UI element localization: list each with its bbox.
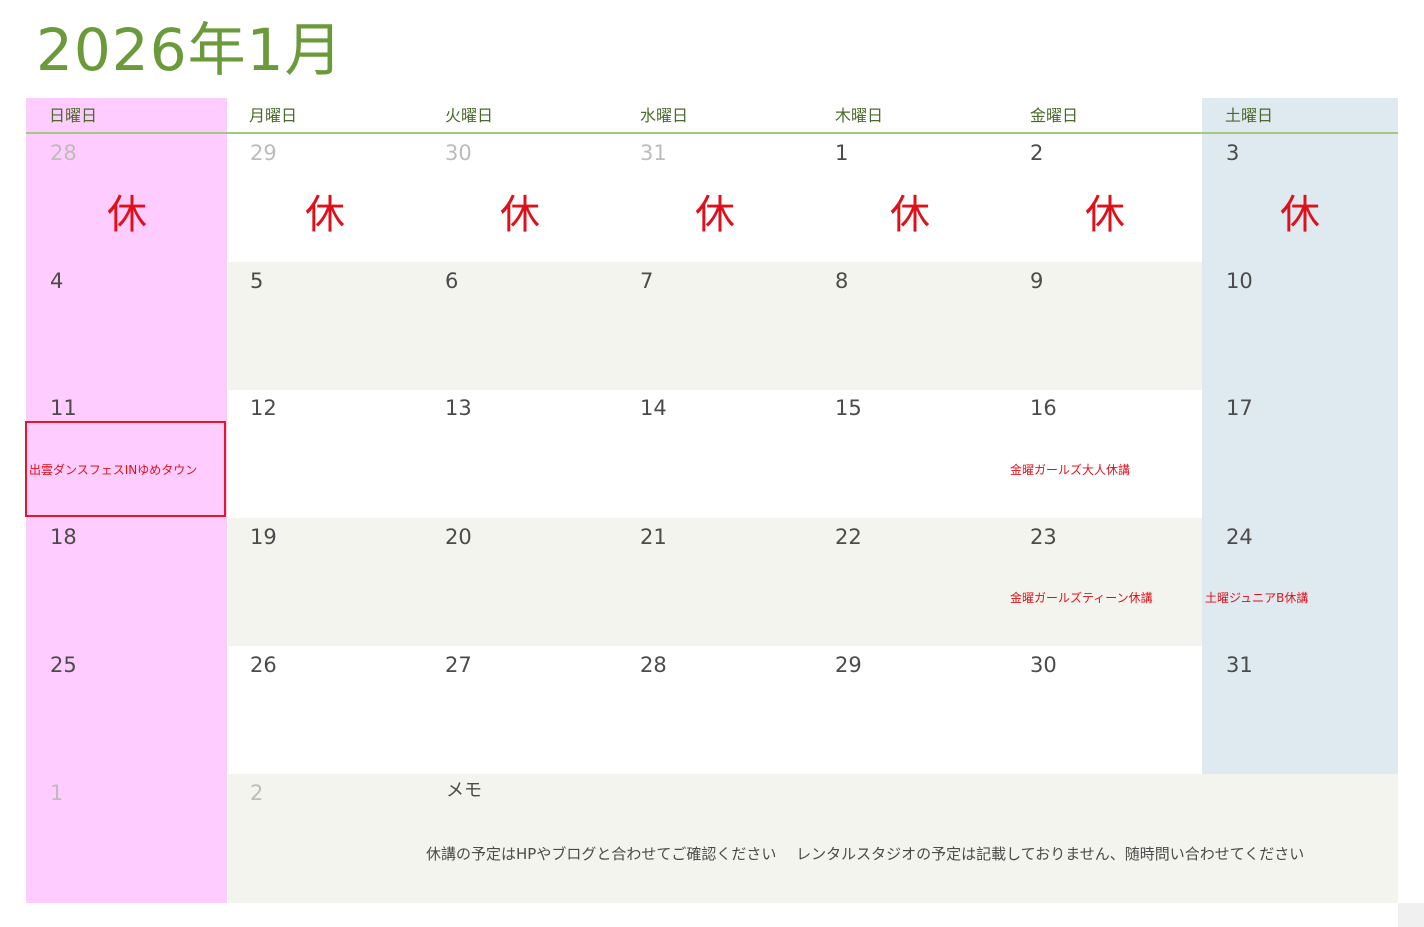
day-number[interactable]: 31 bbox=[640, 140, 667, 166]
day-number[interactable]: 25 bbox=[50, 652, 77, 678]
closed-mark: 休 bbox=[890, 192, 930, 238]
page-title: 2026年1月 bbox=[36, 16, 344, 84]
dayname-thursday: 木曜日 bbox=[835, 106, 884, 125]
day-number[interactable]: 8 bbox=[835, 268, 848, 294]
dayname-sunday: 日曜日 bbox=[49, 106, 98, 125]
calendar-page: 2026年1月 日曜日 月曜日 火曜日 水曜日 木曜日 金曜日 土曜日 28 2… bbox=[0, 0, 1424, 927]
day-number[interactable]: 2 bbox=[1030, 140, 1043, 166]
day-number[interactable]: 30 bbox=[445, 140, 472, 166]
day-number[interactable]: 5 bbox=[250, 268, 263, 294]
closed-mark: 休 bbox=[305, 192, 345, 238]
dayname-wednesday: 水曜日 bbox=[640, 106, 689, 125]
day-number[interactable]: 19 bbox=[250, 524, 277, 550]
closed-mark: 休 bbox=[500, 192, 540, 238]
day-number[interactable]: 22 bbox=[835, 524, 862, 550]
day-number[interactable]: 29 bbox=[250, 140, 277, 166]
day-number[interactable]: 21 bbox=[640, 524, 667, 550]
closed-mark: 休 bbox=[107, 192, 147, 238]
week-band bbox=[228, 262, 1202, 390]
event-label[interactable]: 金曜ガールズティーン休講 bbox=[1010, 590, 1153, 606]
day-number[interactable]: 12 bbox=[250, 395, 277, 421]
day-number[interactable]: 13 bbox=[445, 395, 472, 421]
day-number[interactable]: 6 bbox=[445, 268, 458, 294]
day-number[interactable]: 1 bbox=[50, 780, 63, 806]
day-number[interactable]: 18 bbox=[50, 524, 77, 550]
day-number[interactable]: 3 bbox=[1226, 140, 1239, 166]
day-number[interactable]: 27 bbox=[445, 652, 472, 678]
day-number[interactable]: 24 bbox=[1226, 524, 1253, 550]
header-divider bbox=[26, 132, 1398, 134]
day-number[interactable]: 4 bbox=[50, 268, 63, 294]
day-number[interactable]: 28 bbox=[640, 652, 667, 678]
day-number[interactable]: 26 bbox=[250, 652, 277, 678]
day-number[interactable]: 11 bbox=[50, 395, 77, 421]
memo-label: メモ bbox=[446, 780, 482, 801]
day-number[interactable]: 28 bbox=[50, 140, 77, 166]
memo-band bbox=[228, 774, 1398, 903]
day-number[interactable]: 16 bbox=[1030, 395, 1057, 421]
day-number[interactable]: 10 bbox=[1226, 268, 1253, 294]
dayname-monday: 月曜日 bbox=[249, 106, 298, 125]
closed-mark: 休 bbox=[695, 192, 735, 238]
day-number[interactable]: 31 bbox=[1226, 652, 1253, 678]
event-label[interactable]: 出雲ダンスフェスINゆめタウン bbox=[29, 462, 197, 478]
corner-decoration bbox=[1398, 903, 1424, 927]
day-number[interactable]: 7 bbox=[640, 268, 653, 294]
day-number[interactable]: 2 bbox=[250, 780, 263, 806]
dayname-saturday: 土曜日 bbox=[1225, 106, 1274, 125]
day-number[interactable]: 29 bbox=[835, 652, 862, 678]
event-label[interactable]: 土曜ジュニアB休講 bbox=[1205, 590, 1308, 606]
closed-mark: 休 bbox=[1085, 192, 1125, 238]
day-number[interactable]: 15 bbox=[835, 395, 862, 421]
memo-text: 休講の予定はHPやブログと合わせてご確認ください レンタルスタジオの予定は記載し… bbox=[426, 845, 1305, 863]
closed-mark: 休 bbox=[1280, 192, 1320, 238]
event-label[interactable]: 金曜ガールズ大人休講 bbox=[1010, 462, 1130, 478]
day-number[interactable]: 14 bbox=[640, 395, 667, 421]
day-number[interactable]: 23 bbox=[1030, 524, 1057, 550]
dayname-tuesday: 火曜日 bbox=[445, 106, 494, 125]
dayname-friday: 金曜日 bbox=[1030, 106, 1079, 125]
day-number[interactable]: 20 bbox=[445, 524, 472, 550]
day-number[interactable]: 9 bbox=[1030, 268, 1043, 294]
day-number[interactable]: 17 bbox=[1226, 395, 1253, 421]
day-number[interactable]: 30 bbox=[1030, 652, 1057, 678]
day-number[interactable]: 1 bbox=[835, 140, 848, 166]
